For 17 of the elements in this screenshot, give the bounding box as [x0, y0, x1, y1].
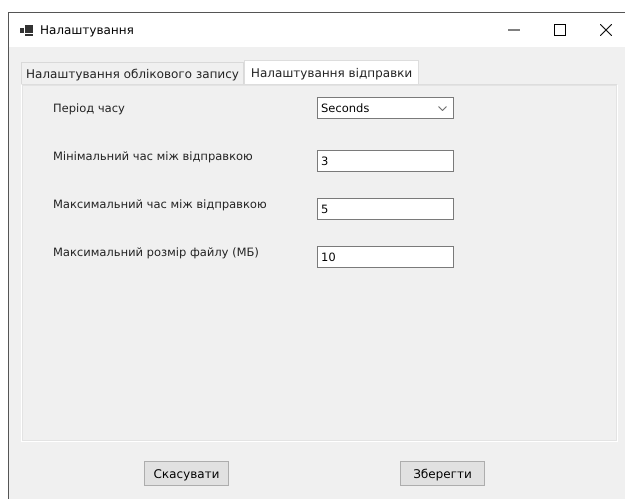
input-field[interactable]: 10 — [317, 246, 454, 268]
dialog-button[interactable]: Скасувати — [144, 461, 229, 486]
tab[interactable]: Налаштування відправки — [244, 60, 420, 84]
window-title: Налаштування — [40, 23, 134, 37]
field-label: Максимальний час між відправкою — [53, 196, 268, 211]
tab[interactable]: Налаштування облікового запису — [21, 62, 244, 84]
dialog-button[interactable]: Зберегти — [400, 461, 485, 486]
input-field[interactable]: 3 — [317, 150, 454, 172]
app-icon — [20, 24, 33, 36]
period-dropdown[interactable]: Seconds — [317, 97, 454, 119]
field-label: Максимальний розмір файлу (МБ) — [53, 244, 260, 259]
caret-icon — [438, 106, 447, 110]
input-field[interactable]: 5 — [317, 198, 454, 220]
close-icon[interactable] — [600, 24, 612, 36]
field-label: Мінімальний час між відправкою — [53, 148, 254, 163]
maximize-icon[interactable] — [554, 24, 566, 36]
field-label: Період часу — [53, 100, 126, 115]
